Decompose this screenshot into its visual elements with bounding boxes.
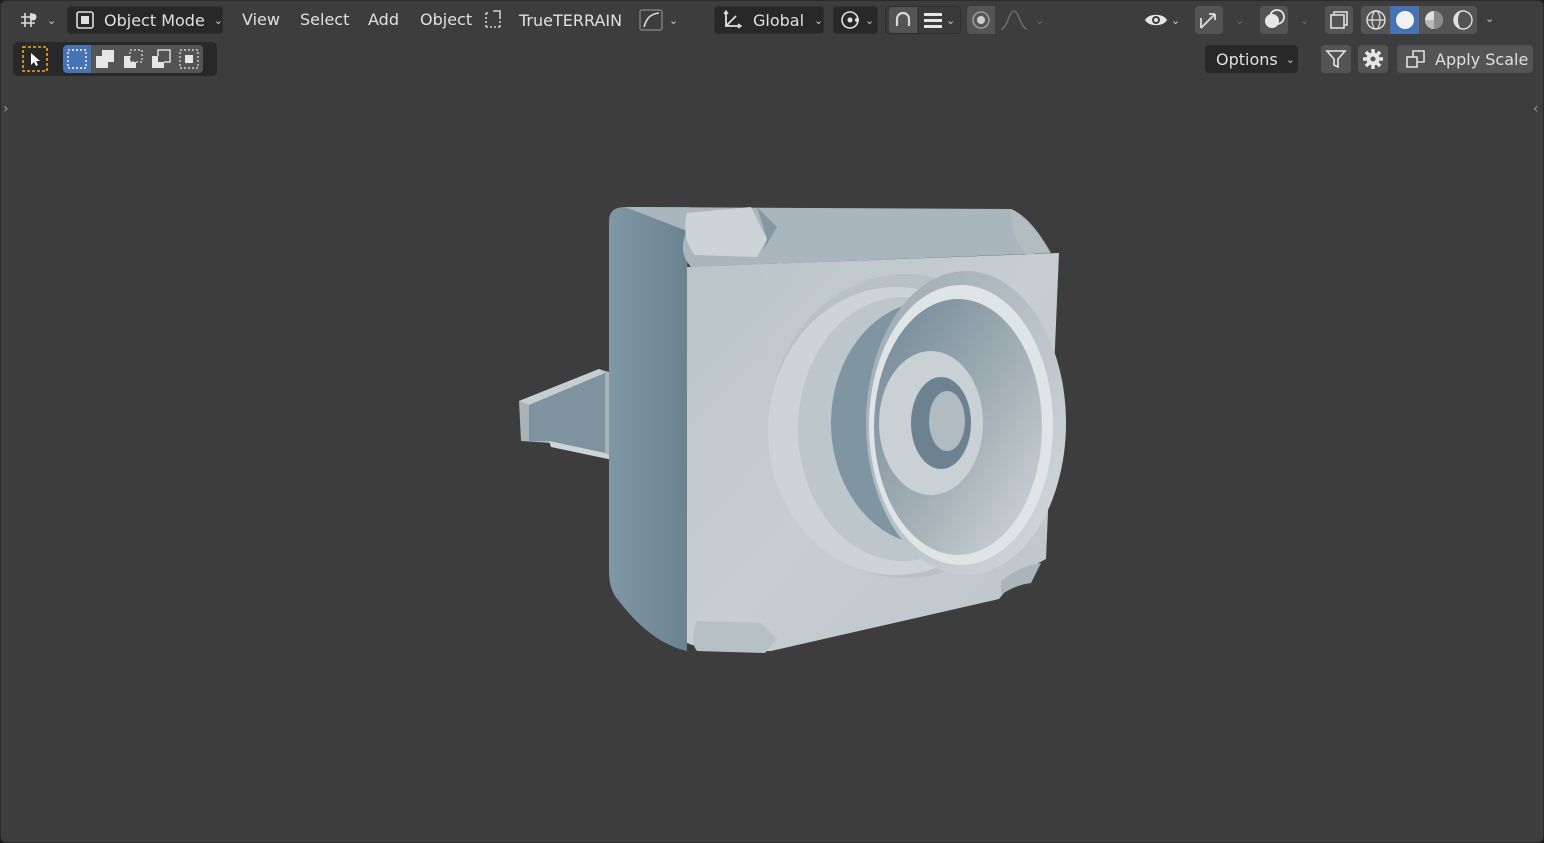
viewport-header: ⌄ Object Mode ⌄ View Select Add Object T…: [1, 1, 1543, 39]
mode-selector[interactable]: Object Mode ⌄: [67, 6, 223, 34]
wireframe-shading-button[interactable]: [1361, 6, 1390, 34]
apply-scale-label: Apply Scale: [1435, 49, 1529, 69]
sidebar-expand-arrow-icon[interactable]: ‹: [1533, 101, 1539, 117]
settings-button[interactable]: [1358, 45, 1388, 73]
select-tool-button[interactable]: [21, 45, 49, 73]
overlay-toggle[interactable]: ⌄: [1260, 6, 1309, 34]
chevron-down-icon: ⌄: [1285, 52, 1295, 66]
solid-shading-button[interactable]: [1390, 6, 1419, 34]
proportional-editing[interactable]: ⌄: [967, 6, 1044, 34]
object-mode-icon: [75, 10, 95, 30]
editor-type-button[interactable]: ⌄: [17, 6, 56, 34]
toolbar-expand-arrow-icon[interactable]: ›: [3, 101, 9, 117]
gizmo-editor-icon: [17, 9, 41, 31]
gear-icon: [1362, 48, 1384, 70]
selection-mode-group: [63, 45, 211, 73]
magnet-icon[interactable]: [889, 7, 917, 33]
filter-button[interactable]: [1321, 45, 1351, 73]
trueterrain-label: TrueTERRAIN: [519, 10, 623, 30]
xray-icon[interactable]: [1325, 6, 1353, 34]
eye-icon: [1143, 9, 1169, 31]
subtract-selection-button[interactable]: [119, 45, 147, 73]
chevron-down-icon: ⌄: [213, 13, 224, 27]
chevron-down-icon: ⌄: [669, 13, 679, 27]
proportional-icon[interactable]: [967, 6, 995, 34]
chevron-down-icon: ⌄: [946, 13, 956, 27]
chevron-down-icon: ⌄: [814, 13, 824, 27]
set-new-selection-button[interactable]: [63, 45, 91, 73]
falloff-curve-icon[interactable]: [999, 9, 1029, 31]
curve-icon: [639, 9, 663, 31]
chevron-down-icon: ⌄: [1171, 13, 1181, 27]
rendered-shading-button[interactable]: [1448, 6, 1477, 34]
options-label: Options: [1216, 49, 1278, 69]
rendered-icon: [1452, 9, 1474, 31]
chevron-down-icon: ⌄: [1235, 13, 1245, 27]
pivot-icon: [839, 9, 863, 31]
options-dropdown[interactable]: Options ⌄: [1205, 45, 1298, 73]
snap-controls[interactable]: ⌄: [885, 6, 961, 34]
filter-icon: [1325, 48, 1347, 70]
menu-view[interactable]: View: [242, 6, 280, 34]
select-new-icon: [66, 48, 88, 70]
material-shading-button[interactable]: [1419, 6, 1448, 34]
camera-3d-model[interactable]: [501, 191, 1081, 671]
terrain-icon: [483, 9, 503, 31]
invert-selection-button[interactable]: [147, 45, 175, 73]
select-subtract-icon: [122, 48, 144, 70]
select-difference-icon: [150, 48, 172, 70]
trueterrain-menu[interactable]: TrueTERRAIN: [483, 6, 622, 34]
gizmo-toggle[interactable]: ⌄: [1195, 6, 1244, 34]
wireframe-icon: [1365, 9, 1387, 31]
intersect-selection-button[interactable]: [175, 45, 203, 73]
tool-settings-bar: [13, 42, 217, 76]
extend-selection-button[interactable]: [91, 45, 119, 73]
shading-mode-group: [1361, 6, 1477, 34]
xray-toggle[interactable]: [1325, 6, 1353, 34]
select-box-icon: [21, 45, 49, 73]
chevron-down-icon: ⌄: [865, 13, 875, 27]
material-icon: [1423, 9, 1445, 31]
apply-scale-button[interactable]: Apply Scale: [1397, 45, 1533, 73]
solid-icon: [1394, 9, 1416, 31]
mode-label: Object Mode: [104, 10, 205, 30]
transform-orientation[interactable]: Global ⌄: [714, 6, 824, 34]
orientation-label: Global: [753, 10, 805, 30]
menu-object[interactable]: Object: [420, 6, 472, 34]
overlay-icon[interactable]: [1260, 6, 1288, 34]
select-extend-icon: [94, 48, 116, 70]
3d-viewport[interactable]: ⌄ Object Mode ⌄ View Select Add Object T…: [0, 0, 1544, 843]
select-intersect-icon: [178, 48, 200, 70]
chevron-down-icon: ⌄: [47, 13, 57, 27]
chevron-down-icon: ⌄: [1300, 13, 1310, 27]
pivot-point-dropdown[interactable]: ⌄: [833, 6, 878, 34]
curve-dropdown[interactable]: ⌄: [639, 6, 678, 34]
menu-add[interactable]: Add: [368, 6, 399, 34]
shading-options-chevron-icon[interactable]: ⌄: [1485, 12, 1494, 25]
apply-scale-icon: [1405, 48, 1427, 70]
chevron-down-icon: ⌄: [1035, 13, 1045, 27]
visibility-dropdown[interactable]: ⌄: [1143, 6, 1180, 34]
transform-axes-icon: [721, 9, 743, 31]
gizmo-icon[interactable]: [1195, 6, 1223, 34]
menu-select[interactable]: Select: [300, 6, 349, 34]
snap-target-icon[interactable]: [923, 10, 943, 30]
